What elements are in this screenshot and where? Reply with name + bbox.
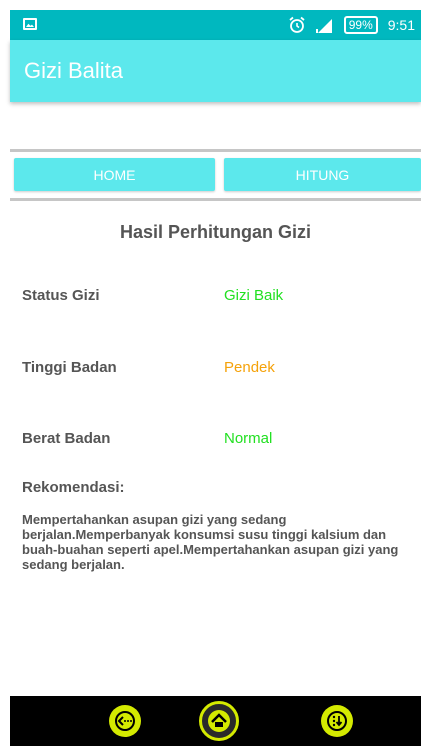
divider-top: [10, 149, 421, 152]
tab-hitung-label: HITUNG: [295, 166, 350, 183]
page-title: Hasil Perhitungan Gizi: [119, 222, 312, 242]
image-icon: [23, 18, 37, 30]
tab-home-label: HOME: [93, 166, 136, 183]
menu-icon: [327, 711, 347, 731]
recommendation-text: Mempertahankan asupan gizi yang sedang b…: [22, 512, 399, 572]
tab-home[interactable]: HOME: [14, 158, 215, 191]
tinggi-badan-value: Pendek: [224, 359, 275, 376]
back-button[interactable]: [109, 705, 141, 737]
signal-icon: [315, 19, 332, 33]
back-icon: [115, 711, 135, 731]
navigation-bar: [10, 696, 421, 746]
app-title: Gizi Balita: [24, 58, 124, 83]
berat-badan-value: Normal: [224, 430, 273, 447]
berat-badan-label: Berat Badan: [22, 430, 111, 447]
tab-hitung[interactable]: HITUNG: [224, 158, 421, 191]
menu-button[interactable]: [321, 705, 353, 737]
home-button[interactable]: [199, 701, 239, 741]
status-gizi-value: Gizi Baik: [224, 287, 284, 304]
app-bar: Gizi Balita: [10, 40, 421, 102]
status-bar: 99% 9:51: [10, 10, 421, 40]
alarm-icon: [289, 16, 305, 33]
status-bar-right: 99% 9:51: [288, 10, 415, 40]
status-gizi-label: Status Gizi: [22, 287, 100, 304]
tinggi-badan-label: Tinggi Badan: [22, 359, 117, 376]
divider-bottom: [10, 198, 421, 201]
clock: 9:51: [387, 17, 415, 33]
battery-indicator: 99%: [343, 16, 378, 34]
home-icon: [208, 710, 230, 732]
recommendation-label: Rekomendasi:: [22, 479, 125, 496]
